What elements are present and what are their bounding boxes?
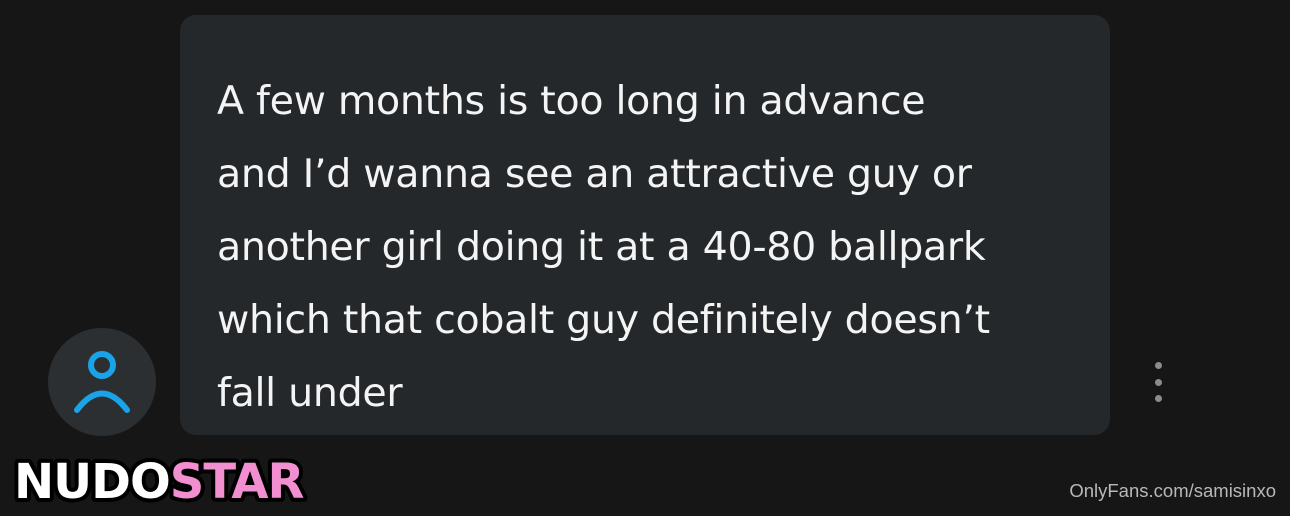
person-outline-icon [74, 351, 130, 413]
more-options-button[interactable] [1144, 362, 1172, 402]
logo-text-nudo: NUDO [14, 454, 170, 508]
message-text: A few months is too long in advance and … [217, 78, 990, 416]
vertical-ellipsis-icon [1154, 362, 1162, 402]
sender-avatar[interactable] [48, 328, 156, 436]
logo-text-star: STAR [170, 454, 304, 508]
nudostar-logo: NUDOSTAR NUDOSTAR [10, 452, 390, 508]
message-bubble: A few months is too long in advance and … [180, 15, 1110, 435]
svg-text:NUDOSTAR: NUDOSTAR [14, 454, 304, 508]
source-watermark: OnlyFans.com/samisinxo [1069, 480, 1276, 501]
